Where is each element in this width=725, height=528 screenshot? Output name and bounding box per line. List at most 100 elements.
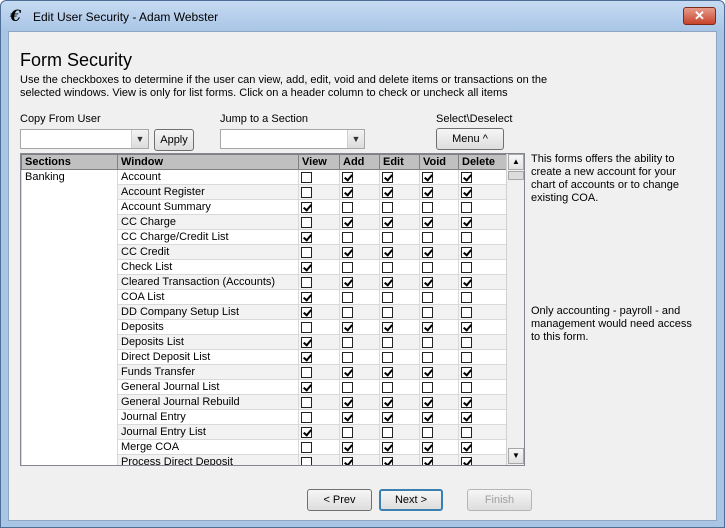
- del-checkbox[interactable]: [461, 426, 472, 438]
- edit-checkbox[interactable]: [382, 456, 393, 465]
- edit-checkbox[interactable]: [382, 216, 393, 228]
- scroll-thumb[interactable]: [508, 171, 524, 180]
- del-checkbox[interactable]: [461, 276, 472, 288]
- edit-checkbox[interactable]: [382, 261, 393, 273]
- del-checkbox[interactable]: [461, 261, 472, 273]
- add-checkbox[interactable]: [342, 261, 353, 273]
- void-checkbox[interactable]: [422, 456, 433, 465]
- void-checkbox[interactable]: [422, 411, 433, 423]
- void-checkbox[interactable]: [422, 396, 433, 408]
- add-checkbox[interactable]: [342, 306, 353, 318]
- void-checkbox[interactable]: [422, 186, 433, 198]
- edit-checkbox[interactable]: [382, 426, 393, 438]
- header-void[interactable]: Void: [419, 154, 459, 170]
- add-checkbox[interactable]: [342, 456, 353, 465]
- add-checkbox[interactable]: [342, 201, 353, 213]
- view-checkbox[interactable]: [301, 396, 312, 408]
- copy-from-user-select[interactable]: ▼: [20, 129, 149, 149]
- add-checkbox[interactable]: [342, 336, 353, 348]
- vertical-scrollbar[interactable]: ▲ ▼: [506, 154, 524, 465]
- header-view[interactable]: View: [298, 154, 340, 170]
- void-checkbox[interactable]: [422, 351, 433, 363]
- void-checkbox[interactable]: [422, 321, 433, 333]
- void-checkbox[interactable]: [422, 306, 433, 318]
- add-checkbox[interactable]: [342, 396, 353, 408]
- add-checkbox[interactable]: [342, 381, 353, 393]
- void-checkbox[interactable]: [422, 201, 433, 213]
- edit-checkbox[interactable]: [382, 411, 393, 423]
- view-checkbox[interactable]: [301, 336, 312, 348]
- view-checkbox[interactable]: [301, 216, 312, 228]
- del-checkbox[interactable]: [461, 291, 472, 303]
- void-checkbox[interactable]: [422, 231, 433, 243]
- view-checkbox[interactable]: [301, 456, 312, 465]
- add-checkbox[interactable]: [342, 366, 353, 378]
- edit-checkbox[interactable]: [382, 231, 393, 243]
- edit-checkbox[interactable]: [382, 246, 393, 258]
- view-checkbox[interactable]: [301, 366, 312, 378]
- void-checkbox[interactable]: [422, 366, 433, 378]
- del-checkbox[interactable]: [461, 411, 472, 423]
- header-delete[interactable]: Delete: [458, 154, 509, 170]
- void-checkbox[interactable]: [422, 441, 433, 453]
- edit-checkbox[interactable]: [382, 186, 393, 198]
- view-checkbox[interactable]: [301, 306, 312, 318]
- finish-button[interactable]: Finish: [467, 489, 532, 511]
- title-bar[interactable]: € Edit User Security - Adam Webster ✕: [1, 1, 724, 31]
- edit-checkbox[interactable]: [382, 366, 393, 378]
- view-checkbox[interactable]: [301, 186, 312, 198]
- add-checkbox[interactable]: [342, 351, 353, 363]
- add-checkbox[interactable]: [342, 186, 353, 198]
- view-checkbox[interactable]: [301, 171, 312, 183]
- del-checkbox[interactable]: [461, 441, 472, 453]
- scroll-down-icon[interactable]: ▼: [508, 448, 524, 464]
- edit-checkbox[interactable]: [382, 351, 393, 363]
- del-checkbox[interactable]: [461, 336, 472, 348]
- edit-checkbox[interactable]: [382, 306, 393, 318]
- add-checkbox[interactable]: [342, 291, 353, 303]
- del-checkbox[interactable]: [461, 396, 472, 408]
- void-checkbox[interactable]: [422, 336, 433, 348]
- edit-checkbox[interactable]: [382, 171, 393, 183]
- edit-checkbox[interactable]: [382, 396, 393, 408]
- scroll-up-icon[interactable]: ▲: [508, 154, 524, 170]
- header-edit[interactable]: Edit: [379, 154, 420, 170]
- edit-checkbox[interactable]: [382, 201, 393, 213]
- void-checkbox[interactable]: [422, 171, 433, 183]
- chevron-down-icon[interactable]: ▼: [131, 130, 148, 148]
- view-checkbox[interactable]: [301, 231, 312, 243]
- view-checkbox[interactable]: [301, 351, 312, 363]
- void-checkbox[interactable]: [422, 381, 433, 393]
- add-checkbox[interactable]: [342, 276, 353, 288]
- del-checkbox[interactable]: [461, 306, 472, 318]
- void-checkbox[interactable]: [422, 216, 433, 228]
- select-menu-button[interactable]: Menu ^: [436, 128, 504, 150]
- jump-to-section-select[interactable]: ▼: [220, 129, 365, 149]
- del-checkbox[interactable]: [461, 351, 472, 363]
- add-checkbox[interactable]: [342, 216, 353, 228]
- view-checkbox[interactable]: [301, 291, 312, 303]
- add-checkbox[interactable]: [342, 441, 353, 453]
- del-checkbox[interactable]: [461, 456, 472, 465]
- header-add[interactable]: Add: [339, 154, 380, 170]
- void-checkbox[interactable]: [422, 276, 433, 288]
- del-checkbox[interactable]: [461, 201, 472, 213]
- del-checkbox[interactable]: [461, 171, 472, 183]
- void-checkbox[interactable]: [422, 426, 433, 438]
- del-checkbox[interactable]: [461, 216, 472, 228]
- edit-checkbox[interactable]: [382, 276, 393, 288]
- header-sections[interactable]: Sections: [21, 154, 118, 170]
- view-checkbox[interactable]: [301, 246, 312, 258]
- view-checkbox[interactable]: [301, 321, 312, 333]
- apply-button[interactable]: Apply: [154, 129, 194, 151]
- next-button[interactable]: Next >: [379, 489, 443, 511]
- edit-checkbox[interactable]: [382, 441, 393, 453]
- void-checkbox[interactable]: [422, 261, 433, 273]
- chevron-down-icon[interactable]: ▼: [347, 130, 364, 148]
- edit-checkbox[interactable]: [382, 321, 393, 333]
- del-checkbox[interactable]: [461, 246, 472, 258]
- view-checkbox[interactable]: [301, 201, 312, 213]
- prev-button[interactable]: < Prev: [307, 489, 372, 511]
- void-checkbox[interactable]: [422, 246, 433, 258]
- del-checkbox[interactable]: [461, 186, 472, 198]
